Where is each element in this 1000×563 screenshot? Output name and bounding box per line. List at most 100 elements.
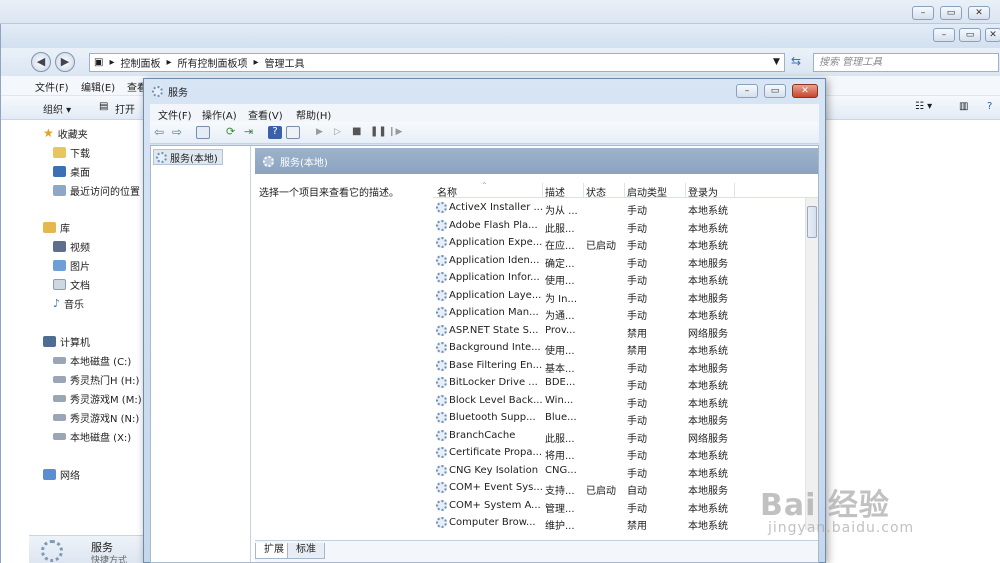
table-row[interactable]: BitLocker Drive ... BDE... 手动 本地系统 (433, 374, 805, 392)
service-logon-cell: 本地系统 (688, 346, 728, 357)
services-close-button[interactable]: ✕ (792, 84, 818, 98)
forward-icon[interactable]: ▶ (55, 52, 75, 72)
drive-icon (53, 356, 66, 364)
services-menu-view[interactable]: 查看(V) (248, 107, 283, 122)
close-button[interactable]: ✕ (968, 6, 990, 20)
search-input[interactable]: 搜索 管理工具 (813, 53, 999, 72)
sidebar-item-videos[interactable]: 视频 (53, 237, 90, 255)
sidebar-item-drive-m[interactable]: 秀灵游戏M (M:) (53, 389, 142, 407)
column-status[interactable]: 状态 (586, 184, 606, 199)
console-tree-icon[interactable] (196, 126, 210, 139)
column-startup-type[interactable]: 启动类型 (627, 184, 667, 199)
column-logon-as[interactable]: 登录为 (688, 184, 718, 199)
sidebar-network[interactable]: 网络 (43, 465, 80, 483)
table-row[interactable]: Block Level Back... Win... 手动 本地系统 (433, 392, 805, 410)
watermark-main: Bai 经验 (760, 488, 890, 523)
service-logon-cell: 本地系统 (688, 468, 728, 480)
column-separator[interactable] (542, 183, 543, 197)
open-button[interactable]: 打开 (115, 101, 135, 116)
table-row[interactable]: COM+ Event Sys... 支持... 已启动 自动 本地服务 (433, 479, 805, 497)
refresh-icon[interactable]: ⇆ (791, 54, 801, 68)
sidebar-libraries[interactable]: 库 (43, 218, 70, 236)
column-separator[interactable] (624, 183, 625, 197)
service-startup-cell: 禁用 (627, 346, 647, 357)
back-arrow-icon[interactable]: ⇦ (154, 126, 168, 139)
tab-standard[interactable]: 标准 (287, 543, 325, 559)
sidebar-item-desktop[interactable]: 桌面 (53, 162, 90, 180)
sidebar-favorites[interactable]: ★ 收藏夹 (43, 124, 88, 142)
preview-pane-icon[interactable]: ▥ (959, 101, 968, 112)
back-icon[interactable]: ◀ (31, 52, 51, 72)
table-row[interactable]: Application Laye... 为 In... 手动 本地服务 (433, 287, 805, 305)
forward-arrow-icon[interactable]: ⇨ (172, 126, 186, 139)
sidebar-item-recent[interactable]: 最近访问的位置 (53, 181, 140, 199)
star-icon: ★ (43, 126, 54, 140)
minimize-button[interactable]: – (912, 6, 934, 20)
help-icon[interactable]: ? (987, 101, 992, 112)
stop-service-icon[interactable]: ■ (352, 126, 366, 139)
table-row[interactable]: ASP.NET State S... Prov... 禁用 网络服务 (433, 322, 805, 340)
table-row[interactable]: Certificate Propa... 将用... 手动 本地系统 (433, 444, 805, 462)
service-name-cell: COM+ Event Sys... (436, 482, 542, 493)
column-name[interactable]: 名称 (437, 184, 457, 199)
sidebar-computer[interactable]: 计算机 (43, 332, 90, 350)
organize-button[interactable]: 组织 ▾ (43, 101, 71, 116)
explorer-minimize-button[interactable]: – (933, 28, 955, 42)
table-row[interactable]: BranchCache 此服... 手动 网络服务 (433, 427, 805, 445)
services-minimize-button[interactable]: – (736, 84, 758, 98)
sidebar-item-documents[interactable]: 文档 (53, 275, 90, 293)
table-row[interactable]: CNG Key Isolation CNG... 手动 本地系统 (433, 462, 805, 480)
explorer-maximize-button[interactable]: ▭ (959, 28, 981, 42)
tree-item-services-local[interactable]: 服务(本地) (153, 149, 223, 165)
start-service-alt-icon[interactable]: ▷ (334, 126, 348, 139)
table-row[interactable]: Background Inte... 使用... 禁用 本地系统 (433, 339, 805, 357)
services-menu-action[interactable]: 操作(A) (202, 107, 237, 122)
start-service-icon[interactable]: ▶ (316, 126, 330, 139)
breadcrumb-item[interactable]: 控制面板 (120, 55, 160, 70)
properties-icon[interactable] (286, 126, 300, 139)
address-bar[interactable]: ▣ ▸ 控制面板 ▸ 所有控制面板项 ▸ 管理工具 (89, 53, 785, 72)
maximize-button[interactable]: ▭ (940, 6, 962, 20)
table-row[interactable]: COM+ System A... 管理... 手动 本地系统 (433, 497, 805, 515)
table-row[interactable]: Application Man... 为通... 手动 本地系统 (433, 304, 805, 322)
sidebar-item-downloads[interactable]: 下载 (53, 143, 90, 161)
column-separator[interactable] (685, 183, 686, 197)
services-maximize-button[interactable]: ▭ (764, 84, 786, 98)
table-row[interactable]: Application Iden... 确定... 手动 本地服务 (433, 252, 805, 270)
sidebar-item-drive-n[interactable]: 秀灵游戏N (N:) (53, 408, 139, 426)
table-row[interactable]: ActiveX Installer ... 为从 ... 手动 本地系统 (433, 199, 805, 217)
service-startup-cell: 手动 (627, 398, 647, 410)
table-row[interactable]: Computer Brow... 维护... 禁用 本地系统 (433, 514, 805, 530)
column-separator[interactable] (734, 183, 735, 197)
column-separator[interactable] (583, 183, 584, 197)
table-row[interactable]: Adobe Flash Pla... 此服... 手动 本地系统 (433, 217, 805, 235)
sidebar-item-drive-x[interactable]: 本地磁盘 (X:) (53, 427, 131, 445)
view-options-icon[interactable]: ☷ ▾ (915, 101, 932, 112)
export-list-icon[interactable]: ⇥ (244, 126, 258, 139)
services-menu-help[interactable]: 帮助(H) (296, 107, 331, 122)
refresh-icon[interactable]: ⟳ (226, 126, 240, 139)
restart-service-icon[interactable]: ❙▶ (388, 126, 402, 139)
help-icon[interactable]: ? (268, 126, 282, 139)
table-row[interactable]: Base Filtering En... 基本... 手动 本地服务 (433, 357, 805, 375)
sidebar-item-drive-h[interactable]: 秀灵热门H (H:) (53, 370, 139, 388)
column-description[interactable]: 描述 (545, 184, 565, 199)
documents-icon (53, 278, 66, 290)
explorer-close-button[interactable]: ✕ (985, 28, 1000, 42)
services-menu-file[interactable]: 文件(F) (158, 107, 192, 122)
sidebar-item-drive-c[interactable]: 本地磁盘 (C:) (53, 351, 131, 369)
sidebar-item-music[interactable]: ♪ 音乐 (53, 294, 84, 312)
address-dropdown-icon[interactable]: ▼ (773, 57, 780, 67)
breadcrumb-item[interactable]: 管理工具 (265, 55, 305, 70)
table-row[interactable]: Bluetooth Supp... Blue... 手动 本地服务 (433, 409, 805, 427)
scrollbar-thumb[interactable] (807, 206, 817, 238)
service-description-cell: 此服... (545, 223, 575, 235)
table-row[interactable]: Application Expe... 在应... 已启动 手动 本地系统 (433, 234, 805, 252)
pause-service-icon[interactable]: ❚❚ (370, 126, 387, 139)
menu-edit[interactable]: 编辑(E) (81, 79, 115, 94)
table-row[interactable]: Application Infor... 使用... 手动 本地系统 (433, 269, 805, 287)
breadcrumb-item[interactable]: 所有控制面板项 (178, 55, 248, 70)
service-logon-cell: 网络服务 (688, 433, 728, 445)
sidebar-item-pictures[interactable]: 图片 (53, 256, 90, 274)
menu-file[interactable]: 文件(F) (35, 79, 69, 94)
